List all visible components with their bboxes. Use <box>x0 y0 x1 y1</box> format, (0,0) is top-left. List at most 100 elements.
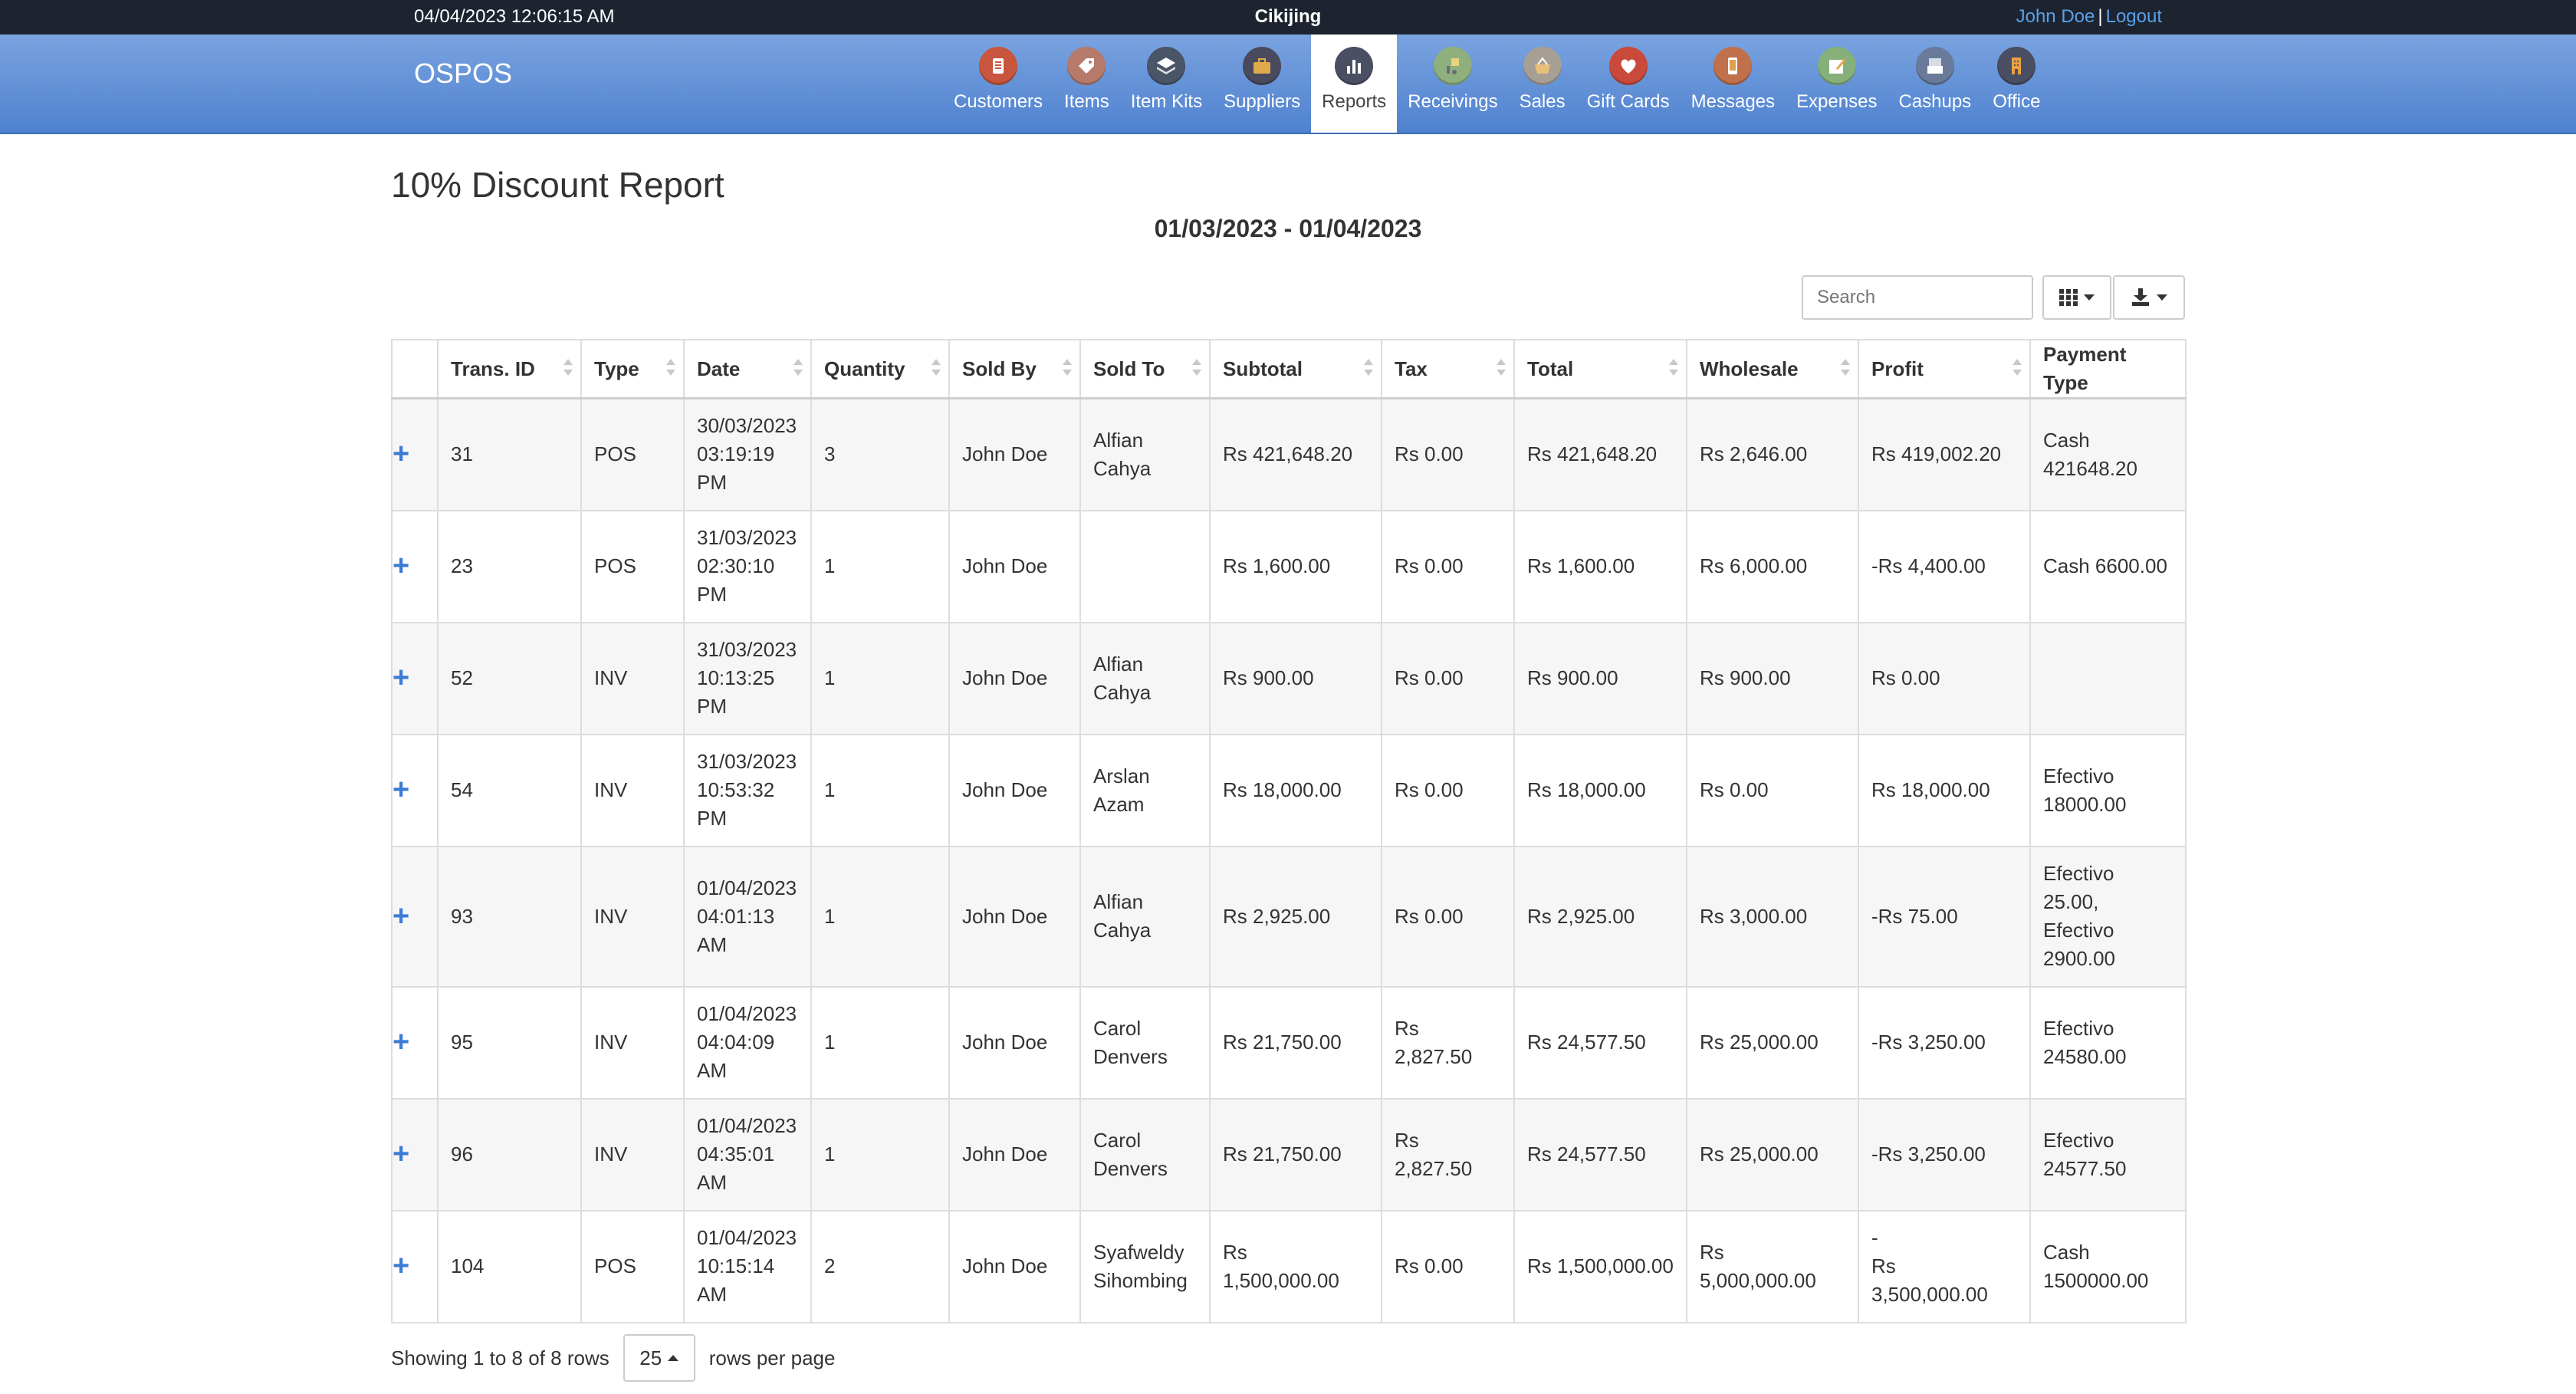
column-header-subtotal[interactable]: Subtotal <box>1209 339 1382 399</box>
search-input[interactable] <box>1802 275 2033 320</box>
cell-total: Rs 24,577.50 <box>1513 1097 1687 1212</box>
sort-icon <box>932 359 941 376</box>
building-icon <box>1997 47 2036 85</box>
cell-date: 31/03/2023 10:53:32 PM <box>683 733 812 847</box>
nav-item-item-kits[interactable]: Item Kits <box>1120 35 1213 133</box>
cell-wholesale: Rs 900.00 <box>1686 621 1859 735</box>
nav-item-reports[interactable]: Reports <box>1311 35 1398 133</box>
column-header-date[interactable]: Date <box>683 339 812 399</box>
cell-wholesale: Rs 5,000,000.00 <box>1686 1209 1859 1323</box>
column-header-trans-id[interactable]: Trans. ID <box>437 339 582 399</box>
cell-profit: -Rs 3,250.00 <box>1858 1097 2031 1212</box>
cell-subtotal: Rs 1,500,000.00 <box>1209 1209 1382 1323</box>
column-header-label: Trans. ID <box>451 357 535 380</box>
expand-row-button[interactable]: + <box>391 985 439 1100</box>
column-header-label: Profit <box>1871 357 1924 380</box>
shopping-basket-icon <box>1523 47 1562 85</box>
cell-type: INV <box>580 845 685 988</box>
cell-type: INV <box>580 733 685 847</box>
phone-icon <box>1714 47 1753 85</box>
cell-date: 01/04/2023 04:35:01 AM <box>683 1097 812 1212</box>
column-header-tax[interactable]: Tax <box>1381 339 1515 399</box>
rows-per-page-label: rows per page <box>708 1346 836 1369</box>
cell-type: POS <box>580 1209 685 1323</box>
nav-item-label: Item Kits <box>1130 91 1203 112</box>
cell-sold-by: John Doe <box>948 733 1081 847</box>
nav-item-office[interactable]: Office <box>1982 35 2051 133</box>
column-header-profit[interactable]: Profit <box>1858 339 2031 399</box>
cell-quantity: 3 <box>810 397 950 511</box>
cell-payment: Efectivo 24580.00 <box>2029 985 2187 1100</box>
nav-item-label: Items <box>1064 91 1109 112</box>
columns-toggle-button[interactable] <box>2042 275 2111 320</box>
brand-logo[interactable]: OSPOS <box>414 58 512 90</box>
expand-row-button[interactable]: + <box>391 1097 439 1212</box>
cell-tax: Rs 0.00 <box>1381 621 1515 735</box>
nav-item-expenses[interactable]: Expenses <box>1786 35 1888 133</box>
cell-quantity: 1 <box>810 1097 950 1212</box>
cell-wholesale: Rs 25,000.00 <box>1686 985 1859 1100</box>
cell-tax: Rs 2,827.50 <box>1381 1097 1515 1212</box>
pagination-footer: Showing 1 to 8 of 8 rows 25 rows per pag… <box>391 1334 835 1382</box>
user-name-link[interactable]: John Doe <box>2016 6 2095 27</box>
nav-item-label: Reports <box>1322 91 1387 112</box>
logout-link[interactable]: Logout <box>2106 6 2162 27</box>
cell-total: Rs 1,600.00 <box>1513 509 1687 623</box>
column-header-type[interactable]: Type <box>580 339 685 399</box>
expand-row-button[interactable]: + <box>391 733 439 847</box>
nav-item-label: Messages <box>1691 91 1776 112</box>
cell-subtotal: Rs 2,925.00 <box>1209 845 1382 988</box>
nav-item-label: Sales <box>1519 91 1566 112</box>
nav-item-items[interactable]: Items <box>1053 35 1120 133</box>
column-header-sold-by[interactable]: Sold By <box>948 339 1081 399</box>
plus-icon: + <box>393 438 410 471</box>
cell-sold-to <box>1079 509 1211 623</box>
chevron-up-icon <box>668 1355 679 1361</box>
page-size-dropdown[interactable]: 25 <box>623 1334 695 1382</box>
column-header-payment-type[interactable]: Payment Type <box>2029 339 2187 399</box>
cell-id: 104 <box>437 1209 582 1323</box>
expand-row-button[interactable]: + <box>391 509 439 623</box>
top-bar: 04/04/2023 12:06:15 AM Cikijing John Doe… <box>0 0 2576 35</box>
column-header-total[interactable]: Total <box>1513 339 1687 399</box>
table-header-row: Trans. ID Type Date Quantity Sold By Sold To S… <box>391 339 2187 399</box>
column-header-label: Tax <box>1395 357 1428 380</box>
expand-row-button[interactable]: + <box>391 397 439 511</box>
column-header-sold-to[interactable]: Sold To <box>1079 339 1211 399</box>
cell-quantity: 2 <box>810 1209 950 1323</box>
cell-sold-to: Carol Denvers <box>1079 985 1211 1100</box>
nav-item-sales[interactable]: Sales <box>1509 35 1576 133</box>
cell-date: 01/04/2023 04:01:13 AM <box>683 845 812 988</box>
cell-sold-to: Alfian Cahya <box>1079 845 1211 988</box>
cell-tax: Rs 0.00 <box>1381 733 1515 847</box>
nav-item-messages[interactable]: Messages <box>1681 35 1786 133</box>
nav-item-gift-cards[interactable]: Gift Cards <box>1576 35 1681 133</box>
cell-date: 01/04/2023 10:15:14 AM <box>683 1209 812 1323</box>
expand-row-button[interactable]: + <box>391 621 439 735</box>
expand-row-button[interactable]: + <box>391 845 439 988</box>
column-header-quantity[interactable]: Quantity <box>810 339 950 399</box>
sort-icon <box>1364 359 1373 376</box>
export-button[interactable] <box>2113 275 2185 320</box>
cell-id: 52 <box>437 621 582 735</box>
cell-sold-to: Alfian Cahya <box>1079 397 1211 511</box>
table-row: +96 INV 01/04/2023 04:35:01 AM 1 John Doe Car… <box>391 1097 2187 1212</box>
cell-subtotal: Rs 18,000.00 <box>1209 733 1382 847</box>
table-row: +54 INV 31/03/2023 10:53:32 PM 1 John Doe Ars… <box>391 733 2187 847</box>
cell-subtotal: Rs 900.00 <box>1209 621 1382 735</box>
cell-tax: Rs 2,827.50 <box>1381 985 1515 1100</box>
nav-item-suppliers[interactable]: Suppliers <box>1213 35 1311 133</box>
column-header-label: Sold To <box>1093 357 1165 380</box>
nav-item-customers[interactable]: Customers <box>943 35 1053 133</box>
sort-icon <box>2013 359 2022 376</box>
nav-item-receivings[interactable]: Receivings <box>1397 35 1508 133</box>
sort-icon <box>1192 359 1201 376</box>
nav-item-cashups[interactable]: Cashups <box>1888 35 1982 133</box>
column-header-wholesale[interactable]: Wholesale <box>1686 339 1859 399</box>
cell-quantity: 1 <box>810 985 950 1100</box>
cell-total: Rs 2,925.00 <box>1513 845 1687 988</box>
expand-row-button[interactable]: + <box>391 1209 439 1323</box>
store-name: Cikijing <box>1254 6 1322 27</box>
cell-sold-by: John Doe <box>948 621 1081 735</box>
cell-total: Rs 18,000.00 <box>1513 733 1687 847</box>
